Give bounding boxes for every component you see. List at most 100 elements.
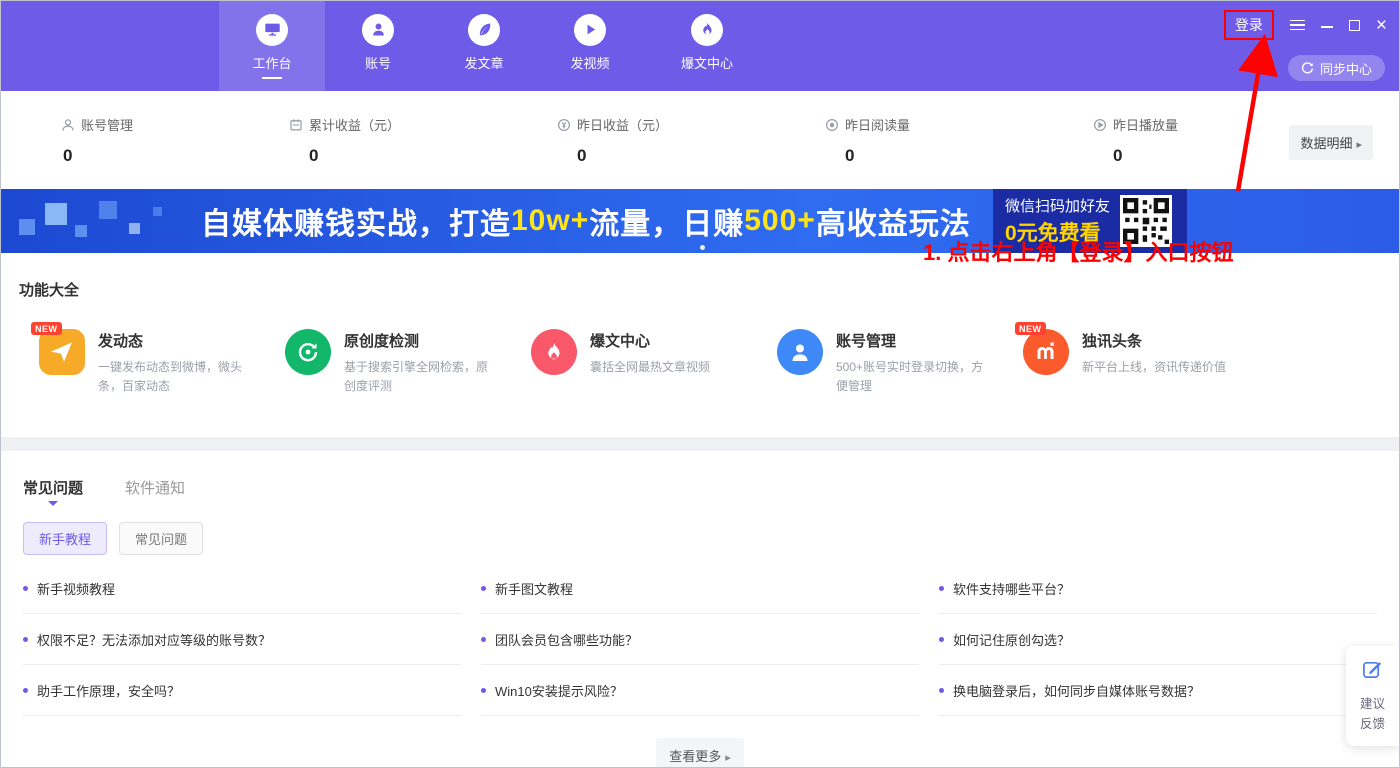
sync-center-button[interactable]: 同步中心	[1288, 55, 1385, 81]
tab-software-notice[interactable]: 软件通知	[125, 477, 185, 498]
faq-question[interactable]: 权限不足？无法添加对应等级的账号数？	[23, 614, 461, 665]
feature-post-updates[interactable]: NEW 发动态 一键发布动态到微博，微头条，百家动态	[39, 329, 285, 395]
menu-icon[interactable]	[1290, 20, 1305, 31]
stat-value: 0	[63, 146, 133, 166]
pill-common-questions[interactable]: 常见问题	[119, 522, 203, 555]
feedback-label-line2: 反馈	[1360, 714, 1385, 734]
bullet-dot	[23, 688, 28, 693]
stat-label: 昨日收益（元）	[577, 115, 668, 134]
publish-video-icon	[574, 14, 606, 46]
faq-question[interactable]: 新手图文教程	[481, 563, 919, 614]
feature-originality-check[interactable]: 原创度检测 基于搜索引擎全网检索，原创度评测	[285, 329, 531, 395]
send-plane-icon: NEW	[39, 329, 85, 375]
faq-question-text: 助手工作原理，安全吗？	[37, 681, 180, 700]
pill-beginner-tutorial[interactable]: 新手教程	[23, 522, 107, 555]
faq-question-text: 如何记住原创勾选？	[953, 630, 1070, 649]
tab-label: 发视频	[570, 53, 609, 72]
close-icon[interactable]: ×	[1376, 16, 1387, 35]
feature-desc: 囊括全网最热文章视频	[590, 358, 742, 377]
stats-bar: 账号管理 0 累计收益（元） 0 昨日收益（元） 0 昨日阅读量 0	[1, 91, 1399, 189]
faq-question[interactable]: 如何记住原创勾选？	[939, 614, 1377, 665]
feature-name: 账号管理	[836, 330, 988, 351]
stat-account-management: 账号管理 0	[61, 115, 133, 166]
bullet-dot	[939, 586, 944, 591]
duxun-logo-icon: NEW	[1023, 329, 1069, 375]
faq-section: 常见问题 软件通知 新手教程 常见问题 新手视频教程 新手图文教程 软件支持哪些…	[1, 451, 1399, 767]
feature-name: 原创度检测	[344, 330, 496, 351]
user-icon	[61, 118, 75, 132]
features-section: 功能大全 NEW 发动态 一键发布动态到微博，微头条，百家动态 原创度检测 基	[1, 253, 1399, 437]
tab-workbench[interactable]: 工作台	[219, 1, 325, 91]
top-header: 工作台 账号 发文章 发视频	[1, 1, 1399, 91]
bullet-dot	[939, 637, 944, 642]
play-circle-icon	[1093, 118, 1107, 132]
tab-publish-video[interactable]: 发视频	[537, 1, 643, 91]
minimize-icon[interactable]	[1321, 26, 1333, 28]
banner-deco-pixel	[45, 203, 67, 225]
banner-carousel-dot[interactable]	[700, 245, 705, 250]
faq-question[interactable]: 换电脑登录后，如何同步自媒体账号数据？	[939, 665, 1377, 716]
feature-text: 原创度检测 基于搜索引擎全网检索，原创度评测	[344, 329, 496, 395]
faq-tabs: 常见问题 软件通知	[23, 477, 1377, 498]
stat-value: 0	[845, 146, 910, 166]
faq-question[interactable]: 新手视频教程	[23, 563, 461, 614]
headline-text: 自媒体赚钱实战，打造	[201, 199, 511, 243]
login-button[interactable]: 登录	[1224, 10, 1274, 40]
feature-text: 发动态 一键发布动态到微博，微头条，百家动态	[98, 329, 250, 395]
bullet-dot	[23, 637, 28, 642]
sync-center-label: 同步中心	[1320, 59, 1372, 78]
hot-article-icon	[691, 14, 723, 46]
view-more-button[interactable]: 查看更多	[656, 738, 744, 768]
stat-label-row: 昨日阅读量	[825, 115, 910, 134]
feature-text: 爆文中心 囊括全网最热文章视频	[590, 329, 742, 395]
publish-article-icon	[468, 14, 500, 46]
banner-deco-pixel	[75, 225, 87, 237]
data-details-button[interactable]: 数据明细	[1289, 125, 1373, 160]
stat-label: 账号管理	[81, 115, 133, 134]
faq-question[interactable]: 软件支持哪些平台？	[939, 563, 1377, 614]
tab-label: 发文章	[464, 53, 503, 72]
faq-question-text: 换电脑登录后，如何同步自媒体账号数据？	[953, 681, 1200, 700]
tab-label: 工作台	[252, 53, 291, 72]
feedback-label: 建议 反馈	[1360, 694, 1385, 734]
tab-label: 爆文中心	[681, 53, 733, 72]
feature-hot-center[interactable]: 爆文中心 囊括全网最热文章视频	[531, 329, 777, 395]
features-title: 功能大全	[19, 279, 79, 300]
tab-underline	[368, 77, 388, 79]
faq-question[interactable]: 团队会员包含哪些功能？	[481, 614, 919, 665]
stat-label: 昨日阅读量	[845, 115, 910, 134]
new-badge: NEW	[31, 322, 62, 335]
new-badge: NEW	[1015, 322, 1046, 335]
tab-publish-article[interactable]: 发文章	[431, 1, 537, 91]
feature-desc: 基于搜索引擎全网检索，原创度评测	[344, 358, 496, 395]
feature-desc: 500+账号实时登录切换，方便管理	[836, 358, 988, 395]
stat-yesterday-earnings: 昨日收益（元） 0	[557, 115, 668, 166]
banner-deco-pixel	[129, 223, 140, 234]
feature-desc: 一键发布动态到微博，微头条，百家动态	[98, 358, 250, 395]
flame-icon	[531, 329, 577, 375]
tab-hot-center[interactable]: 爆文中心	[643, 1, 771, 91]
stat-yesterday-reads: 昨日阅读量 0	[825, 115, 910, 166]
bullet-dot	[481, 586, 486, 591]
views-circle-icon	[825, 118, 839, 132]
feature-duxun-toutiao[interactable]: NEW 独讯头条 新平台上线，资讯传递价值	[1023, 329, 1269, 395]
workbench-icon	[256, 14, 288, 46]
bullet-dot	[23, 586, 28, 591]
maximize-icon[interactable]	[1349, 20, 1360, 31]
person-icon	[777, 329, 823, 375]
banner-deco-pixel	[99, 201, 117, 219]
faq-question[interactable]: 助手工作原理，安全吗？	[23, 665, 461, 716]
stat-label: 累计收益（元）	[309, 115, 400, 134]
feature-name: 独讯头条	[1082, 330, 1234, 351]
faq-question-text: 团队会员包含哪些功能？	[495, 630, 638, 649]
faq-filter-pills: 新手教程 常见问题	[23, 522, 1377, 555]
tab-faq[interactable]: 常见问题	[23, 477, 83, 498]
feedback-widget[interactable]: 建议 反馈	[1346, 646, 1399, 746]
feature-text: 独讯头条 新平台上线，资讯传递价值	[1082, 329, 1234, 395]
tab-accounts[interactable]: 账号	[325, 1, 431, 91]
feature-account-management[interactable]: 账号管理 500+账号实时登录切换，方便管理	[777, 329, 1023, 395]
stat-label-row: 昨日播放量	[1093, 115, 1178, 134]
stat-value: 0	[309, 146, 400, 166]
faq-question[interactable]: Win10安装提示风险？	[481, 665, 919, 716]
stat-label: 昨日播放量	[1113, 115, 1178, 134]
